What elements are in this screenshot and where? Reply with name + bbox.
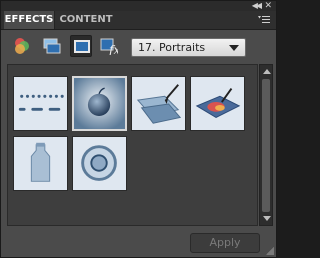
effects-panel: ◀◀ ✕ EFFECTS CONTENT f 17. Portraits App… [0,0,277,258]
category-dropdown[interactable]: 17. Portraits [131,38,246,57]
panel-menu-icon[interactable] [258,15,270,25]
scroll-down-icon[interactable] [263,216,271,221]
effects-scrollbar[interactable] [259,64,273,226]
ring-glow-effect[interactable] [72,136,127,191]
chevron-down-icon [229,45,239,51]
tab-effects[interactable]: EFFECTS [4,11,55,29]
brush-layers-effect[interactable] [131,76,186,131]
scroll-up-icon[interactable] [263,69,271,74]
perforated-lines-effect[interactable] [13,76,68,131]
apple-portrait-effect[interactable] [72,76,127,131]
category-dropdown-value: 17. Portraits [138,41,206,54]
effects-grid [7,64,258,226]
tab-bar: EFFECTS CONTENT [1,11,276,30]
panel-footer: Apply [1,229,276,257]
bottle-effect[interactable] [13,136,68,191]
close-icon[interactable]: ✕ [264,1,272,11]
filters-icon[interactable]: fx [98,35,120,57]
color-circles-icon[interactable] [11,35,33,57]
color-brush-effect[interactable] [190,76,245,131]
tab-content[interactable]: CONTENT [57,11,115,29]
apply-button[interactable]: Apply [190,233,260,253]
panel-title-strip: ◀◀ ✕ [1,1,276,11]
scroll-thumb[interactable] [262,79,270,212]
photo-effects-icon[interactable] [70,35,92,57]
resize-grip-icon[interactable] [266,247,274,255]
layer-styles-icon[interactable] [41,35,63,57]
svg-text:fx: fx [108,43,118,55]
double-chevron-left-icon[interactable]: ◀◀ [252,1,262,11]
